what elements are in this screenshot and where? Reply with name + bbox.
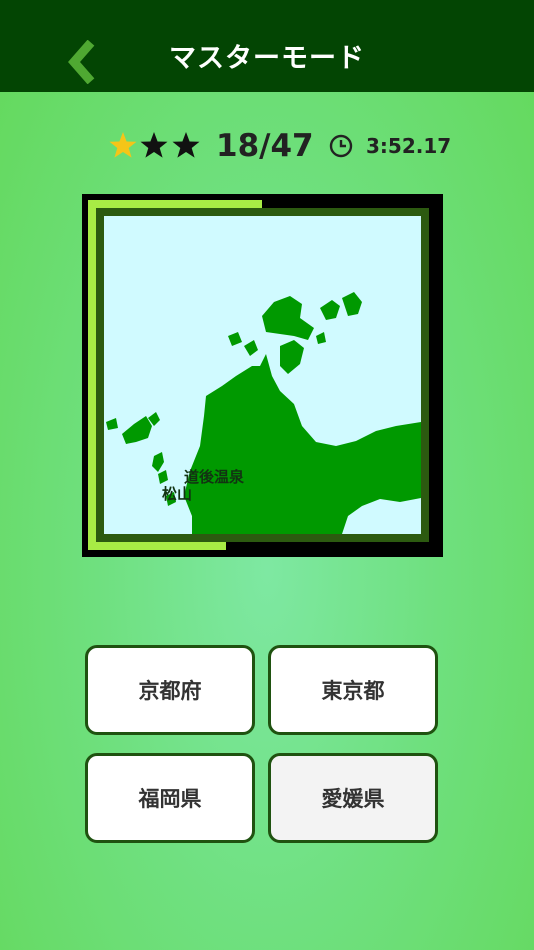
map-label-city: 松山 bbox=[162, 485, 193, 503]
page-title: マスターモード bbox=[169, 43, 365, 74]
elapsed-time: 3:52.17 bbox=[366, 134, 452, 158]
map-shapes bbox=[106, 292, 421, 534]
stars-rating bbox=[109, 132, 200, 158]
answer-button-2[interactable]: 東京都 bbox=[268, 645, 438, 735]
star-icon-2 bbox=[140, 132, 168, 158]
answer-button-4[interactable]: 愛媛県 bbox=[268, 753, 438, 843]
answer-button-1[interactable]: 京都府 bbox=[85, 645, 255, 735]
answer-button-3[interactable]: 福岡県 bbox=[85, 753, 255, 843]
prefecture-map: 道後温泉 松山 bbox=[104, 216, 421, 534]
progress-counter: 18/47 bbox=[216, 128, 314, 164]
mainland-shape bbox=[184, 354, 421, 534]
star-icon-3 bbox=[172, 132, 200, 158]
clock-icon bbox=[329, 134, 353, 158]
map-label-onsen: 道後温泉 bbox=[184, 468, 245, 486]
status-bar: 18/47 3:52.17 bbox=[0, 125, 534, 167]
map-border: 道後温泉 松山 bbox=[96, 208, 429, 542]
star-icon-1 bbox=[109, 132, 137, 158]
map-frame: 道後温泉 松山 bbox=[82, 194, 443, 557]
